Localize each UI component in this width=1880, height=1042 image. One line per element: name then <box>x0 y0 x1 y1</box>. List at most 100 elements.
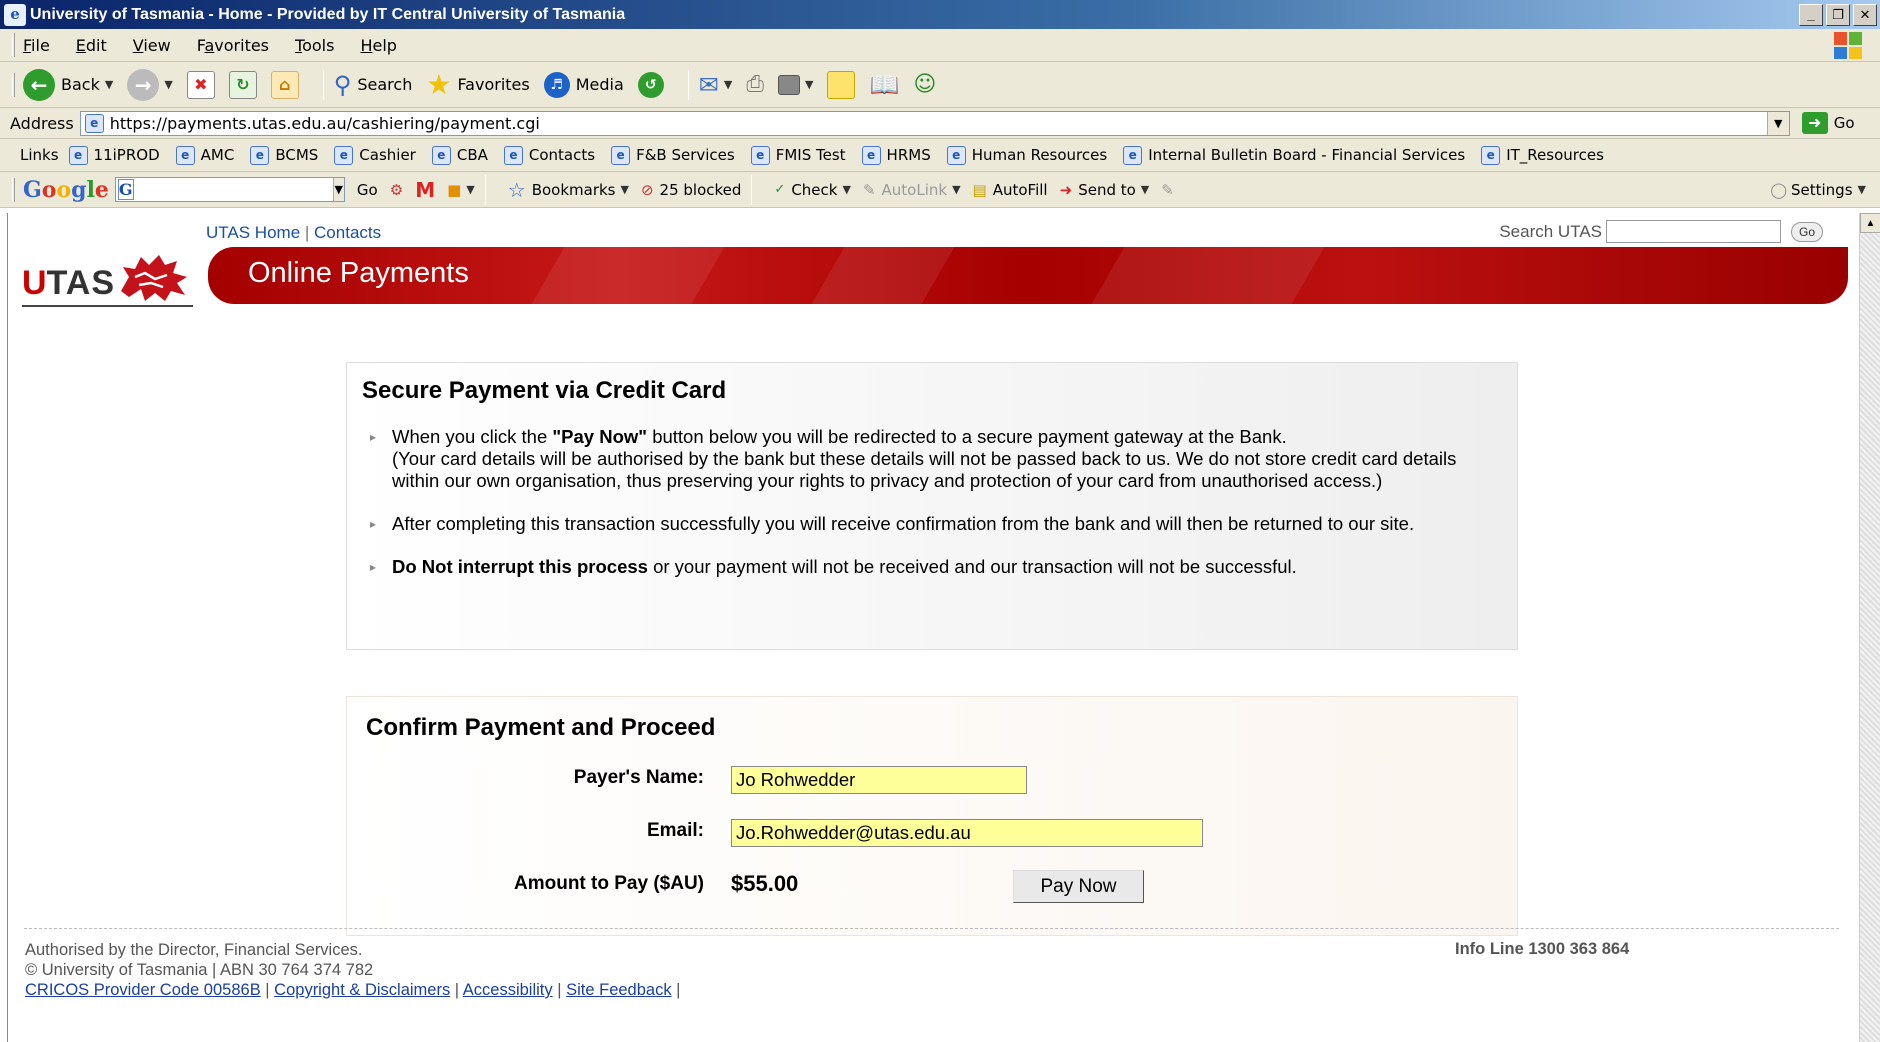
history-button[interactable]: ↺ <box>637 71 664 98</box>
send-to-icon: ➜ <box>1059 180 1073 199</box>
utas-logo[interactable]: U TAS <box>22 247 194 307</box>
link-amc[interactable]: e AMC <box>175 145 234 165</box>
google-go-button[interactable]: Go <box>357 181 378 199</box>
list-item: After completing this transaction succes… <box>362 513 1502 535</box>
back-arrow-icon: ← <box>23 68 55 101</box>
contacts-link[interactable]: Contacts <box>314 223 381 242</box>
pay-now-button[interactable]: Pay Now <box>1013 870 1144 903</box>
toolbar-grip <box>12 177 15 202</box>
search-button[interactable]: ⚲ Search <box>334 71 413 99</box>
refresh-button[interactable]: ↻ <box>228 70 257 99</box>
google-search-input[interactable] <box>133 179 333 200</box>
favorites-button[interactable]: ★ Favorites <box>426 68 529 101</box>
cricos-link[interactable]: CRICOS Provider Code 00586B <box>25 981 261 999</box>
utas-home-link[interactable]: UTAS Home <box>206 223 300 242</box>
address-input[interactable]: e https://payments.utas.edu.au/cashierin… <box>79 110 1790 136</box>
home-button[interactable]: ⌂ <box>270 70 299 99</box>
search-utas-input[interactable] <box>1606 220 1781 243</box>
payer-name-label: Payer's Name: <box>573 767 704 788</box>
search-utas-go-button[interactable]: Go <box>1791 221 1823 242</box>
edit-button[interactable]: ▼ <box>777 74 813 95</box>
google-search-field[interactable]: G ▼ <box>114 177 345 202</box>
forward-arrow-icon: → <box>127 68 160 101</box>
link-cashier[interactable]: e Cashier <box>334 145 416 165</box>
link-contacts[interactable]: e Contacts <box>503 145 595 165</box>
footer-copyright-line: © University of Tasmania | ABN 30 764 37… <box>25 961 374 979</box>
link-it-resources[interactable]: e IT_Resources <box>1481 145 1604 165</box>
address-dropdown-button[interactable]: ▼ <box>1766 111 1789 135</box>
google-g-icon: G <box>117 179 134 200</box>
link-fmis-test[interactable]: e FMIS Test <box>750 145 846 165</box>
google-news-icon[interactable]: ■ ▼ <box>447 181 475 199</box>
messenger-button[interactable]: ☺ <box>913 72 936 97</box>
confirm-heading: Confirm Payment and Proceed <box>366 714 716 741</box>
confirm-payment-panel: Confirm Payment and Proceed Payer's Name… <box>346 696 1518 936</box>
google-options-icon[interactable]: ⚙ <box>390 181 403 199</box>
link-page-icon: e <box>1123 145 1143 165</box>
info-line: Info Line 1300 363 864 <box>1455 940 1630 958</box>
gmail-icon[interactable]: M <box>415 178 435 202</box>
site-search: Search UTAS Go <box>1499 220 1823 243</box>
popup-blocker-button[interactable]: ⊘ 25 blocked <box>641 181 741 199</box>
site-feedback-link[interactable]: Site Feedback <box>566 981 671 999</box>
forward-button[interactable]: → ▼ <box>127 68 173 101</box>
menu-tools[interactable]: Tools <box>295 36 334 55</box>
back-button[interactable]: ← Back ▼ <box>23 68 113 101</box>
stop-icon: ✖ <box>186 70 215 99</box>
menu-favorites[interactable]: Favorites <box>197 36 269 55</box>
tasmanian-lion-icon <box>121 255 188 301</box>
link-bcms[interactable]: e BCMS <box>250 145 318 165</box>
payer-name-input[interactable] <box>731 766 1027 794</box>
menu-view[interactable]: View <box>133 36 171 55</box>
page-banner: Online Payments <box>208 247 1848 304</box>
settings-button[interactable]: ◯ Settings ▼ <box>1770 181 1866 199</box>
scroll-up-button[interactable]: ▲ <box>1860 213 1880 233</box>
links-label: Links <box>20 146 59 164</box>
link-page-icon: e <box>861 145 881 165</box>
autolink-button[interactable]: ✎ AutoLink ▼ <box>863 181 961 199</box>
address-url[interactable]: https://payments.utas.edu.au/cashiering/… <box>110 114 1767 133</box>
autolink-icon: ✎ <box>862 180 876 199</box>
menu-file[interactable]: File <box>23 36 50 55</box>
search-icon: ⚲ <box>333 70 352 99</box>
research-button[interactable]: 📖 <box>869 71 899 99</box>
autofill-button[interactable]: ▤ AutoFill <box>973 181 1048 199</box>
link-fb-services[interactable]: e F&B Services <box>611 145 735 165</box>
link-page-icon: e <box>1481 145 1501 165</box>
link-human-resources[interactable]: e Human Resources <box>946 145 1107 165</box>
minimize-button[interactable]: _ <box>1799 3 1823 26</box>
accessibility-link[interactable]: Accessibility <box>463 981 553 999</box>
go-button[interactable]: ➜ Go <box>1796 112 1855 134</box>
close-button[interactable]: ✕ <box>1853 3 1877 26</box>
email-input[interactable] <box>731 819 1203 847</box>
link-page-icon: e <box>503 145 523 165</box>
link-internal-bulletin[interactable]: e Internal Bulletin Board - Financial Ser… <box>1123 145 1465 165</box>
link-cba[interactable]: e CBA <box>431 145 488 165</box>
link-page-icon: e <box>68 145 88 165</box>
media-button[interactable]: ♬ Media <box>543 71 624 98</box>
maximize-button[interactable]: ❐ <box>1826 3 1850 26</box>
send-to-button[interactable]: ➜ Send to ▼ <box>1060 181 1150 199</box>
footer-authorised: Authorised by the Director, Financial Se… <box>25 941 363 959</box>
link-hrms[interactable]: e HRMS <box>861 145 931 165</box>
link-page-icon: e <box>611 145 631 165</box>
highlight-icon[interactable]: ✎ <box>1161 181 1174 199</box>
google-toolbar: Google G ▼ Go ⚙ M ■ ▼ ☆ Bookmarks ▼ ⊘ 25 blo… <box>0 172 1880 208</box>
links-bar: Links e 11iPROD e AMC e BCMS e Cashier e CBA … <box>0 139 1880 172</box>
menu-edit[interactable]: Edit <box>76 36 107 55</box>
print-button[interactable]: ⎙ <box>746 72 764 97</box>
google-logo[interactable]: Google <box>23 177 109 203</box>
menu-help[interactable]: Help <box>360 36 396 55</box>
bookmarks-button[interactable]: ☆ Bookmarks ▼ <box>508 178 629 202</box>
discuss-button[interactable] <box>827 70 856 99</box>
link-11iprod[interactable]: e 11iPROD <box>68 145 160 165</box>
mail-button[interactable]: ✉ ▼ <box>699 71 733 99</box>
top-links: UTAS Home | Contacts <box>206 223 382 242</box>
footer-divider <box>24 928 1839 929</box>
spellcheck-button[interactable]: ✓ Check ▼ <box>774 181 851 199</box>
secure-payment-panel: Secure Payment via Credit Card When you … <box>346 362 1518 650</box>
stop-button[interactable]: ✖ <box>186 70 215 99</box>
google-search-dropdown[interactable]: ▼ <box>332 178 344 201</box>
vertical-scrollbar[interactable]: ▲ <box>1859 213 1880 1042</box>
copyright-disclaimers-link[interactable]: Copyright & Disclaimers <box>274 981 450 999</box>
